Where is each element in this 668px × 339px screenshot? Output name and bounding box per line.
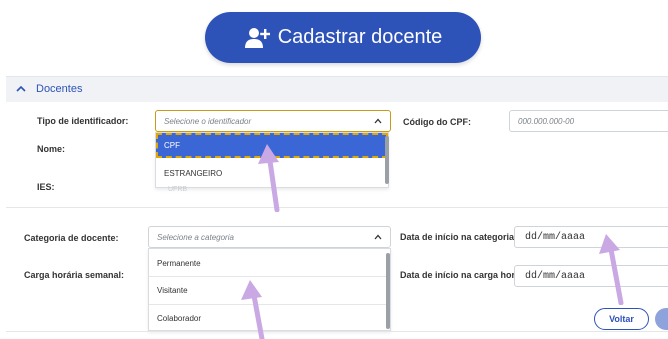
user-plus-icon: [244, 27, 270, 48]
codigo-cpf-input[interactable]: 000.000.000-00: [509, 110, 668, 132]
cadastrar-docente-label: Cadastrar docente: [277, 26, 443, 48]
categoria-select[interactable]: Selecione a categoria: [148, 226, 391, 248]
data-inicio-carga-input[interactable]: dd/mm/aaaa: [514, 265, 668, 287]
data-inicio-categoria-input[interactable]: dd/mm/aaaa: [514, 226, 668, 248]
dropdown-scrollbar[interactable]: [386, 253, 390, 329]
chevron-up-icon: [374, 118, 382, 124]
annotation-arrow: [599, 234, 624, 305]
annotation-arrow: [258, 144, 280, 212]
codigo-cpf-label: Código do CPF:: [403, 117, 471, 127]
ies-label: IES:: [37, 182, 55, 192]
faded-option-ufrb: UFRB: [168, 186, 188, 193]
data-inicio-categoria-placeholder: dd/mm/aaaa: [525, 231, 586, 243]
tipo-identificador-placeholder: Selecione o identificador: [164, 116, 252, 126]
data-inicio-carga-placeholder: dd/mm/aaaa: [525, 270, 586, 282]
data-inicio-categoria-label: Data de início na categoria:: [400, 232, 518, 242]
chevron-up-icon: [374, 234, 382, 240]
carga-horaria-label: Carga horária semanal:: [24, 270, 125, 280]
cadastrar-docente-button[interactable]: Cadastrar docente: [205, 12, 481, 63]
tipo-identificador-label: Tipo de identificador:: [37, 116, 129, 126]
section-divider: [6, 207, 668, 208]
tipo-identificador-select[interactable]: Selecione o identificador: [155, 110, 391, 132]
bottom-divider: [6, 331, 668, 332]
docentes-title: Docentes: [36, 83, 83, 95]
next-button[interactable]: [655, 308, 668, 330]
categoria-label: Categoria de docente:: [24, 233, 119, 243]
codigo-cpf-placeholder: 000.000.000-00: [518, 116, 575, 126]
dropdown-option-permanente[interactable]: Permanente: [149, 251, 390, 275]
dropdown-scrollbar[interactable]: [385, 136, 389, 184]
voltar-button[interactable]: Voltar: [594, 308, 649, 330]
nome-label: Nome:: [37, 144, 66, 154]
annotation-arrow: [241, 280, 265, 339]
categoria-placeholder: Selecione a categoria: [157, 232, 234, 242]
docentes-section-header[interactable]: Docentes: [6, 76, 668, 102]
chevron-up-icon: [16, 85, 26, 92]
